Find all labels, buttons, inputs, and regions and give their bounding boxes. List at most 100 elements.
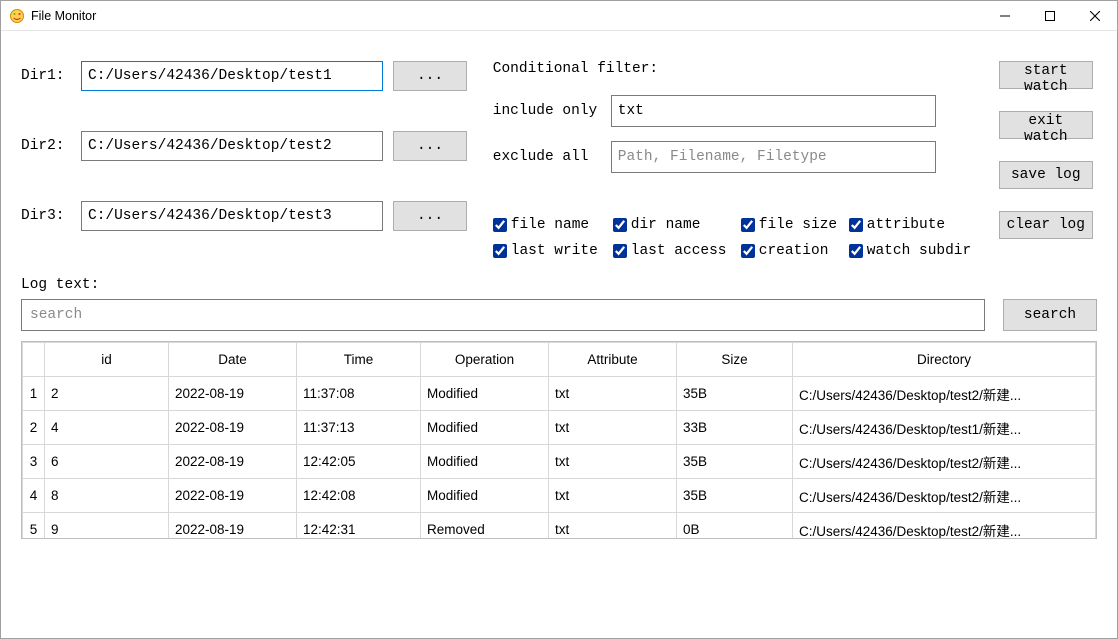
- dirs-column: Dir1: ... Dir2: ... Dir3: ...: [21, 61, 473, 259]
- app-icon: [9, 8, 25, 24]
- cell-attribute: txt: [549, 445, 677, 479]
- cell-size: 0B: [677, 513, 793, 540]
- checkbox-creation[interactable]: [741, 244, 755, 258]
- checks-grid: file name dir name file size attribute l…: [493, 217, 979, 259]
- checkbox-last-write[interactable]: [493, 244, 507, 258]
- cell-directory: C:/Users/42436/Desktop/test2/新建...: [793, 445, 1096, 479]
- dir2-label: Dir2:: [21, 138, 71, 154]
- checkbox-attribute[interactable]: [849, 218, 863, 232]
- table-row[interactable]: 592022-08-1912:42:31Removedtxt0BC:/Users…: [23, 513, 1096, 540]
- dir3-input[interactable]: [81, 201, 383, 231]
- header-id[interactable]: id: [45, 343, 169, 377]
- cell-directory: C:/Users/42436/Desktop/test1/新建...: [793, 411, 1096, 445]
- check-last-access[interactable]: last access: [613, 243, 741, 259]
- filter-title: Conditional filter:: [493, 61, 979, 77]
- cell-date: 2022-08-19: [169, 513, 297, 540]
- dir3-row: Dir3: ...: [21, 201, 473, 231]
- checkbox-file-name[interactable]: [493, 218, 507, 232]
- check-label: creation: [759, 243, 829, 259]
- header-operation[interactable]: Operation: [421, 343, 549, 377]
- check-label: watch subdir: [867, 243, 971, 259]
- dir3-browse-button[interactable]: ...: [393, 201, 467, 231]
- header-directory[interactable]: Directory: [793, 343, 1096, 377]
- check-watch-subdir[interactable]: watch subdir: [849, 243, 979, 259]
- cell-size: 35B: [677, 445, 793, 479]
- row-number: 3: [23, 445, 45, 479]
- table-row[interactable]: 362022-08-1912:42:05Modifiedtxt35BC:/Use…: [23, 445, 1096, 479]
- table-row[interactable]: 482022-08-1912:42:08Modifiedtxt35BC:/Use…: [23, 479, 1096, 513]
- cell-size: 35B: [677, 479, 793, 513]
- dir3-label: Dir3:: [21, 208, 71, 224]
- cell-operation: Modified: [421, 445, 549, 479]
- exclude-input[interactable]: [611, 141, 936, 173]
- checkbox-file-size[interactable]: [741, 218, 755, 232]
- include-input[interactable]: [611, 95, 936, 127]
- header-date[interactable]: Date: [169, 343, 297, 377]
- check-file-name[interactable]: file name: [493, 217, 613, 233]
- cell-directory: C:/Users/42436/Desktop/test2/新建...: [793, 513, 1096, 540]
- check-label: file name: [511, 217, 589, 233]
- exit-watch-button[interactable]: exit watch: [999, 111, 1093, 139]
- cell-time: 11:37:08: [297, 377, 421, 411]
- header-size[interactable]: Size: [677, 343, 793, 377]
- cell-attribute: txt: [549, 513, 677, 540]
- log-table-wrap[interactable]: id Date Time Operation Attribute Size Di…: [21, 341, 1097, 539]
- cell-time: 11:37:13: [297, 411, 421, 445]
- save-log-button[interactable]: save log: [999, 161, 1093, 189]
- include-row: include only: [493, 95, 979, 127]
- window-title: File Monitor: [31, 9, 96, 23]
- check-label: last access: [631, 243, 727, 259]
- minimize-button[interactable]: [982, 1, 1027, 30]
- table-header-row: id Date Time Operation Attribute Size Di…: [23, 343, 1096, 377]
- cell-id: 2: [45, 377, 169, 411]
- upper-panel: Dir1: ... Dir2: ... Dir3: ... Conditiona…: [1, 31, 1117, 269]
- cell-id: 4: [45, 411, 169, 445]
- checkbox-dir-name[interactable]: [613, 218, 627, 232]
- table-row[interactable]: 122022-08-1911:37:08Modifiedtxt35BC:/Use…: [23, 377, 1096, 411]
- titlebar: File Monitor: [1, 1, 1117, 31]
- cell-attribute: txt: [549, 479, 677, 513]
- content-area: Dir1: ... Dir2: ... Dir3: ... Conditiona…: [1, 31, 1117, 638]
- row-number: 5: [23, 513, 45, 540]
- search-row: search: [21, 299, 1097, 331]
- cell-date: 2022-08-19: [169, 479, 297, 513]
- dir2-browse-button[interactable]: ...: [393, 131, 467, 161]
- check-label: file size: [759, 217, 837, 233]
- check-last-write[interactable]: last write: [493, 243, 613, 259]
- cell-id: 6: [45, 445, 169, 479]
- dir1-row: Dir1: ...: [21, 61, 473, 91]
- checkbox-watch-subdir[interactable]: [849, 244, 863, 258]
- check-file-size[interactable]: file size: [741, 217, 849, 233]
- header-attribute[interactable]: Attribute: [549, 343, 677, 377]
- row-number: 1: [23, 377, 45, 411]
- dir1-browse-button[interactable]: ...: [393, 61, 467, 91]
- cell-id: 8: [45, 479, 169, 513]
- checkbox-last-access[interactable]: [613, 244, 627, 258]
- start-watch-button[interactable]: start watch: [999, 61, 1093, 89]
- app-window: File Monitor Dir1: ... Dir2:: [0, 0, 1118, 639]
- maximize-button[interactable]: [1027, 1, 1072, 30]
- cell-attribute: txt: [549, 377, 677, 411]
- close-button[interactable]: [1072, 1, 1117, 30]
- clear-log-button[interactable]: clear log: [999, 211, 1093, 239]
- search-button[interactable]: search: [1003, 299, 1097, 331]
- cell-date: 2022-08-19: [169, 411, 297, 445]
- check-creation[interactable]: creation: [741, 243, 849, 259]
- cell-time: 12:42:31: [297, 513, 421, 540]
- cell-operation: Modified: [421, 411, 549, 445]
- search-input[interactable]: [21, 299, 985, 331]
- cell-operation: Modified: [421, 377, 549, 411]
- check-dir-name[interactable]: dir name: [613, 217, 741, 233]
- table-row[interactable]: 242022-08-1911:37:13Modifiedtxt33BC:/Use…: [23, 411, 1096, 445]
- header-time[interactable]: Time: [297, 343, 421, 377]
- row-number: 2: [23, 411, 45, 445]
- cell-date: 2022-08-19: [169, 445, 297, 479]
- check-attribute[interactable]: attribute: [849, 217, 979, 233]
- dir2-input[interactable]: [81, 131, 383, 161]
- exclude-row: exclude all: [493, 141, 979, 173]
- cell-date: 2022-08-19: [169, 377, 297, 411]
- dir1-input[interactable]: [81, 61, 383, 91]
- check-label: attribute: [867, 217, 945, 233]
- cell-directory: C:/Users/42436/Desktop/test2/新建...: [793, 479, 1096, 513]
- cell-id: 9: [45, 513, 169, 540]
